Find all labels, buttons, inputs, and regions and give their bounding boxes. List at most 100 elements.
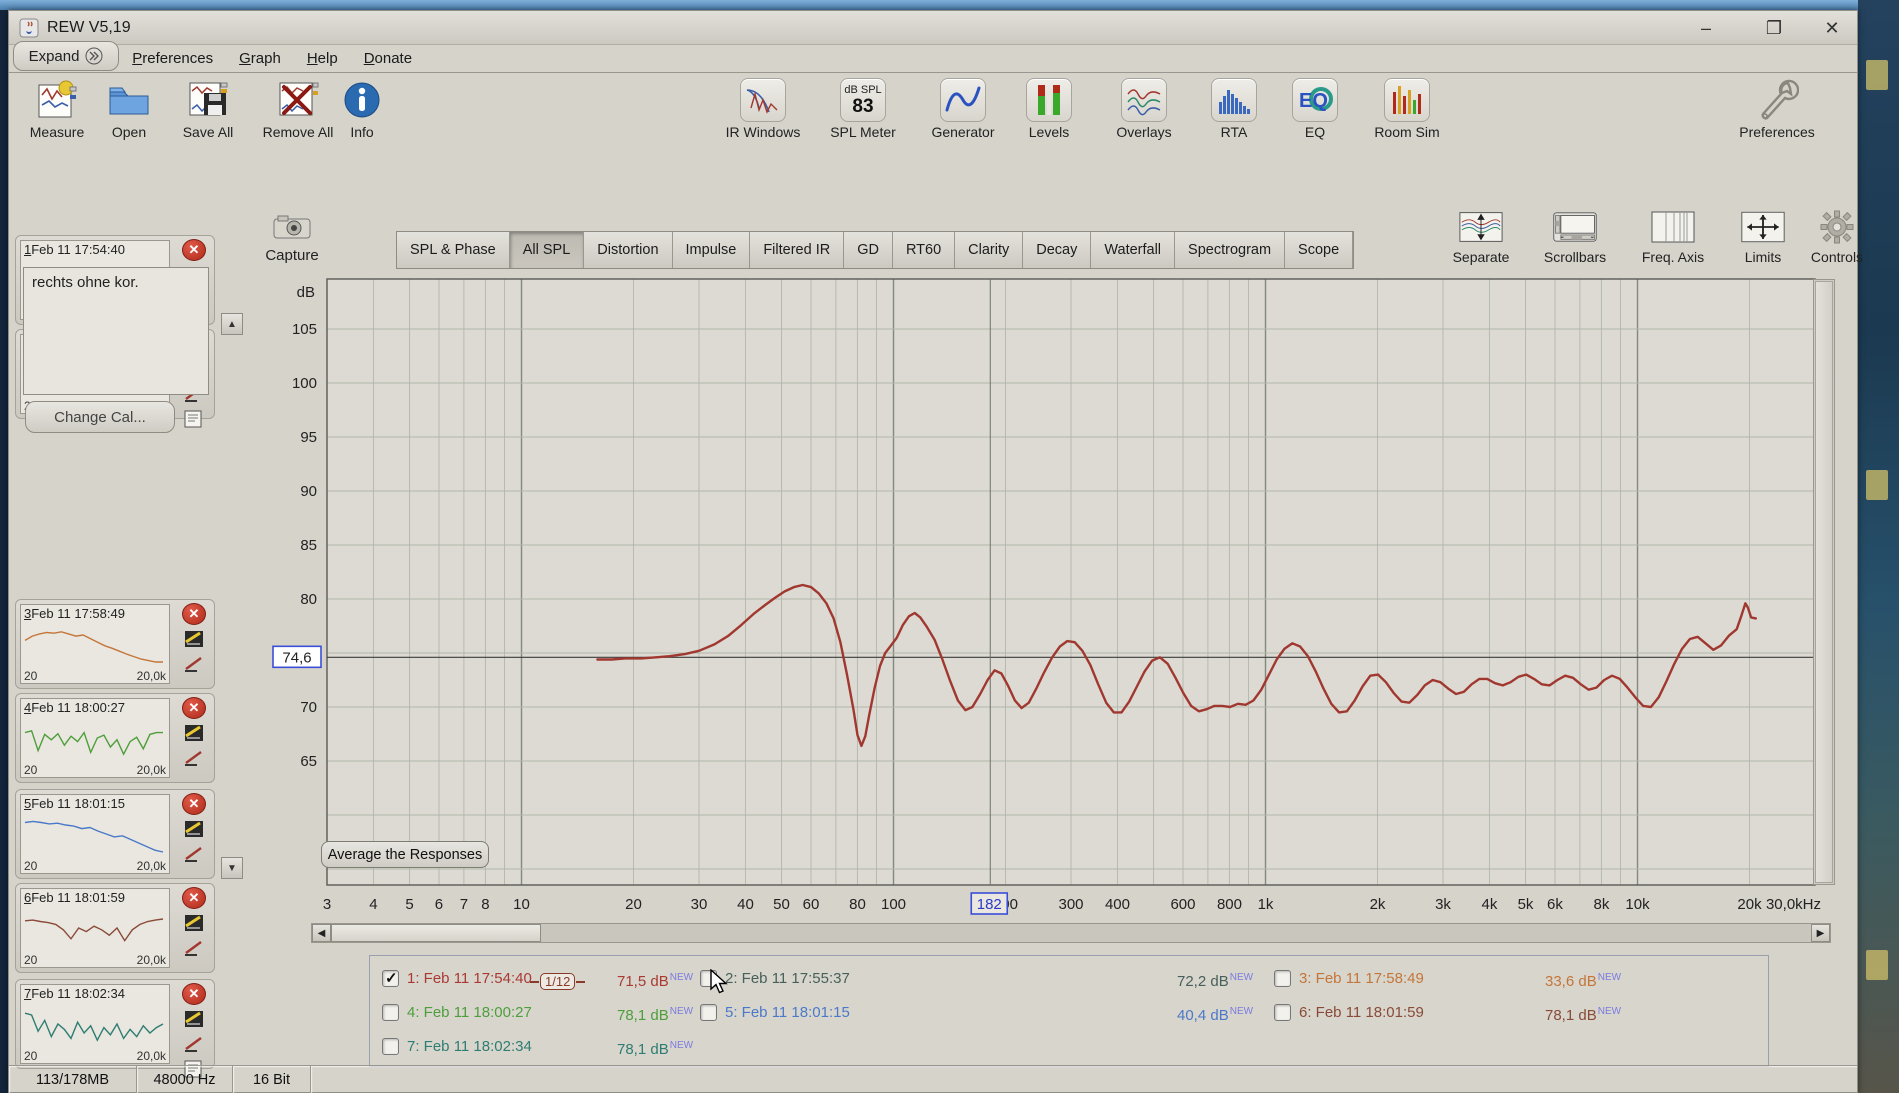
average-responses-button[interactable]: Average the Responses (321, 841, 489, 868)
measurement-notes[interactable]: rechts ohne kor. (23, 267, 209, 395)
tab-clarity[interactable]: Clarity (955, 232, 1023, 268)
measurement-thumbnail[interactable]: 5Feb 11 18:01:152020,0k (20, 794, 170, 874)
menu-preferences[interactable]: Preferences (132, 50, 213, 67)
scrollbars-button[interactable]: Scrollbars (1527, 207, 1623, 265)
svg-text:dB: dB (297, 284, 315, 301)
info-button[interactable]: Info (337, 78, 387, 140)
pencil-icon[interactable] (182, 1033, 206, 1055)
legend-checkbox-5[interactable] (700, 1004, 717, 1021)
trace-settings-icon[interactable] (182, 1008, 206, 1030)
pencil-icon[interactable] (182, 937, 206, 959)
tab-filtered-ir[interactable]: Filtered IR (750, 232, 844, 268)
tab-rt60[interactable]: RT60 (893, 232, 955, 268)
trace-settings-icon[interactable] (182, 722, 206, 744)
menu-donate[interactable]: Donate (364, 50, 412, 67)
scrollbar-track[interactable] (541, 924, 1811, 942)
trace-settings-icon[interactable] (182, 912, 206, 934)
delete-measurement-icon[interactable]: ✕ (182, 239, 206, 261)
open-button[interactable]: Open (97, 78, 161, 140)
measurement-thumbnail[interactable]: 3Feb 11 17:58:492020,0k (20, 604, 170, 684)
rta-button[interactable]: RTA (1205, 78, 1263, 140)
measurement-card-5[interactable]: 5Feb 11 18:01:152020,0k ✕ (15, 789, 215, 879)
remove-all-icon (275, 78, 321, 122)
freq-axis-button[interactable]: Freq. Axis (1625, 207, 1721, 265)
measurement-thumbnail[interactable]: 6Feb 11 18:01:592020,0k (20, 888, 170, 968)
graph-horizontal-scrollbar[interactable]: ◀ ▶ (311, 923, 1831, 943)
generator-button[interactable]: Generator (923, 78, 1003, 140)
capture-button[interactable] (269, 211, 315, 243)
legend-checkbox-4[interactable] (382, 1004, 399, 1021)
change-cal-button[interactable]: Change Cal... (25, 401, 175, 433)
measure-button[interactable]: Measure (21, 78, 93, 140)
tab-waterfall[interactable]: Waterfall (1091, 232, 1175, 268)
legend-checkbox-1[interactable] (382, 970, 399, 987)
delete-measurement-icon[interactable]: ✕ (182, 697, 206, 719)
save-all-button[interactable]: Save All (169, 78, 247, 140)
separate-button[interactable]: Separate (1433, 207, 1529, 265)
title-bar[interactable]: REW V5,19 – ❐ ✕ (9, 11, 1857, 45)
legend-checkbox-3[interactable] (1274, 970, 1291, 987)
delete-measurement-icon[interactable]: ✕ (182, 887, 206, 909)
smoothing-badge[interactable]: 1/12 (530, 973, 585, 990)
menu-graph[interactable]: Graph (239, 50, 281, 67)
controls-button[interactable]: Controls (1797, 207, 1877, 265)
sidebar-scroll-down[interactable]: ▼ (221, 857, 243, 879)
tab-decay[interactable]: Decay (1023, 232, 1091, 268)
spl-meter-button[interactable]: dB SPL 83 SPL Meter (821, 78, 905, 140)
scrollbar-thumb[interactable] (331, 924, 541, 942)
scroll-right-arrow[interactable]: ▶ (1811, 924, 1830, 942)
measurement-card-3[interactable]: 3Feb 11 17:58:492020,0k ✕ (15, 599, 215, 689)
delete-measurement-icon[interactable]: ✕ (182, 793, 206, 815)
minimize-button[interactable]: – (1685, 15, 1727, 41)
svg-text:80: 80 (849, 896, 866, 913)
measurement-thumbnail[interactable]: 4Feb 11 18:00:272020,0k (20, 698, 170, 778)
tab-spectrogram[interactable]: Spectrogram (1175, 232, 1285, 268)
graph-vertical-scrollbar[interactable] (1813, 279, 1835, 885)
maximize-button[interactable]: ❐ (1753, 15, 1795, 41)
scroll-left-arrow[interactable]: ◀ (312, 924, 331, 942)
scrollbars-label: Scrollbars (1527, 249, 1623, 265)
eq-label: EQ (1287, 124, 1343, 140)
trace-settings-icon[interactable] (182, 818, 206, 840)
ir-windows-button[interactable]: IR Windows (721, 78, 805, 140)
tab-spl-phase[interactable]: SPL & Phase (397, 232, 510, 268)
close-button[interactable]: ✕ (1811, 15, 1853, 41)
pencil-icon[interactable] (182, 747, 206, 769)
pencil-icon[interactable] (182, 843, 206, 865)
tab-all-spl[interactable]: All SPL (510, 232, 585, 268)
expand-button[interactable]: Expand (13, 41, 119, 71)
tab-scope[interactable]: Scope (1285, 232, 1353, 268)
measurement-thumbnail[interactable]: 7Feb 11 18:02:342020,0k (20, 984, 170, 1064)
expand-chevrons-icon (85, 47, 103, 65)
preferences-button[interactable]: Preferences (1725, 78, 1829, 140)
room-sim-button[interactable]: Room Sim (1365, 78, 1449, 140)
sidebar-scroll-up[interactable]: ▲ (221, 313, 243, 335)
legend-checkbox-6[interactable] (1274, 1004, 1291, 1021)
legend-name-2: 2: Feb 11 17:55:37 (725, 970, 850, 987)
svg-text:6k: 6k (1547, 896, 1563, 913)
measurement-card-4[interactable]: 4Feb 11 18:00:272020,0k ✕ (15, 693, 215, 783)
spl-chart[interactable]: dB10510095908580706534567810203040506080… (271, 277, 1823, 962)
measurement-card-6[interactable]: 6Feb 11 18:01:592020,0k ✕ (15, 883, 215, 973)
tab-distortion[interactable]: Distortion (584, 232, 672, 268)
menu-help[interactable]: Help (307, 50, 338, 67)
delete-measurement-icon[interactable]: ✕ (182, 603, 206, 625)
overlays-button[interactable]: Overlays (1105, 78, 1183, 140)
levels-button[interactable]: Levels (1017, 78, 1081, 140)
measurement-card-7[interactable]: 7Feb 11 18:02:342020,0k ✕ (15, 979, 215, 1069)
pencil-icon[interactable] (182, 653, 206, 675)
svg-text:8k: 8k (1594, 896, 1610, 913)
notes-icon[interactable] (182, 408, 206, 430)
remove-all-button[interactable]: Remove All (255, 78, 341, 140)
tab-gd[interactable]: GD (844, 232, 893, 268)
tab-impulse[interactable]: Impulse (673, 232, 751, 268)
legend-checkbox-7[interactable] (382, 1038, 399, 1055)
svg-text:95: 95 (300, 429, 317, 446)
new-badge: NEW (670, 1040, 693, 1051)
legend-value-6: 78,1 dBNEW (1545, 1006, 1621, 1024)
eq-button[interactable]: EQ EQ (1287, 78, 1343, 140)
trace-settings-icon[interactable] (182, 628, 206, 650)
expand-label: Expand (29, 48, 80, 65)
delete-measurement-icon[interactable]: ✕ (182, 983, 206, 1005)
svg-text:50: 50 (773, 896, 790, 913)
